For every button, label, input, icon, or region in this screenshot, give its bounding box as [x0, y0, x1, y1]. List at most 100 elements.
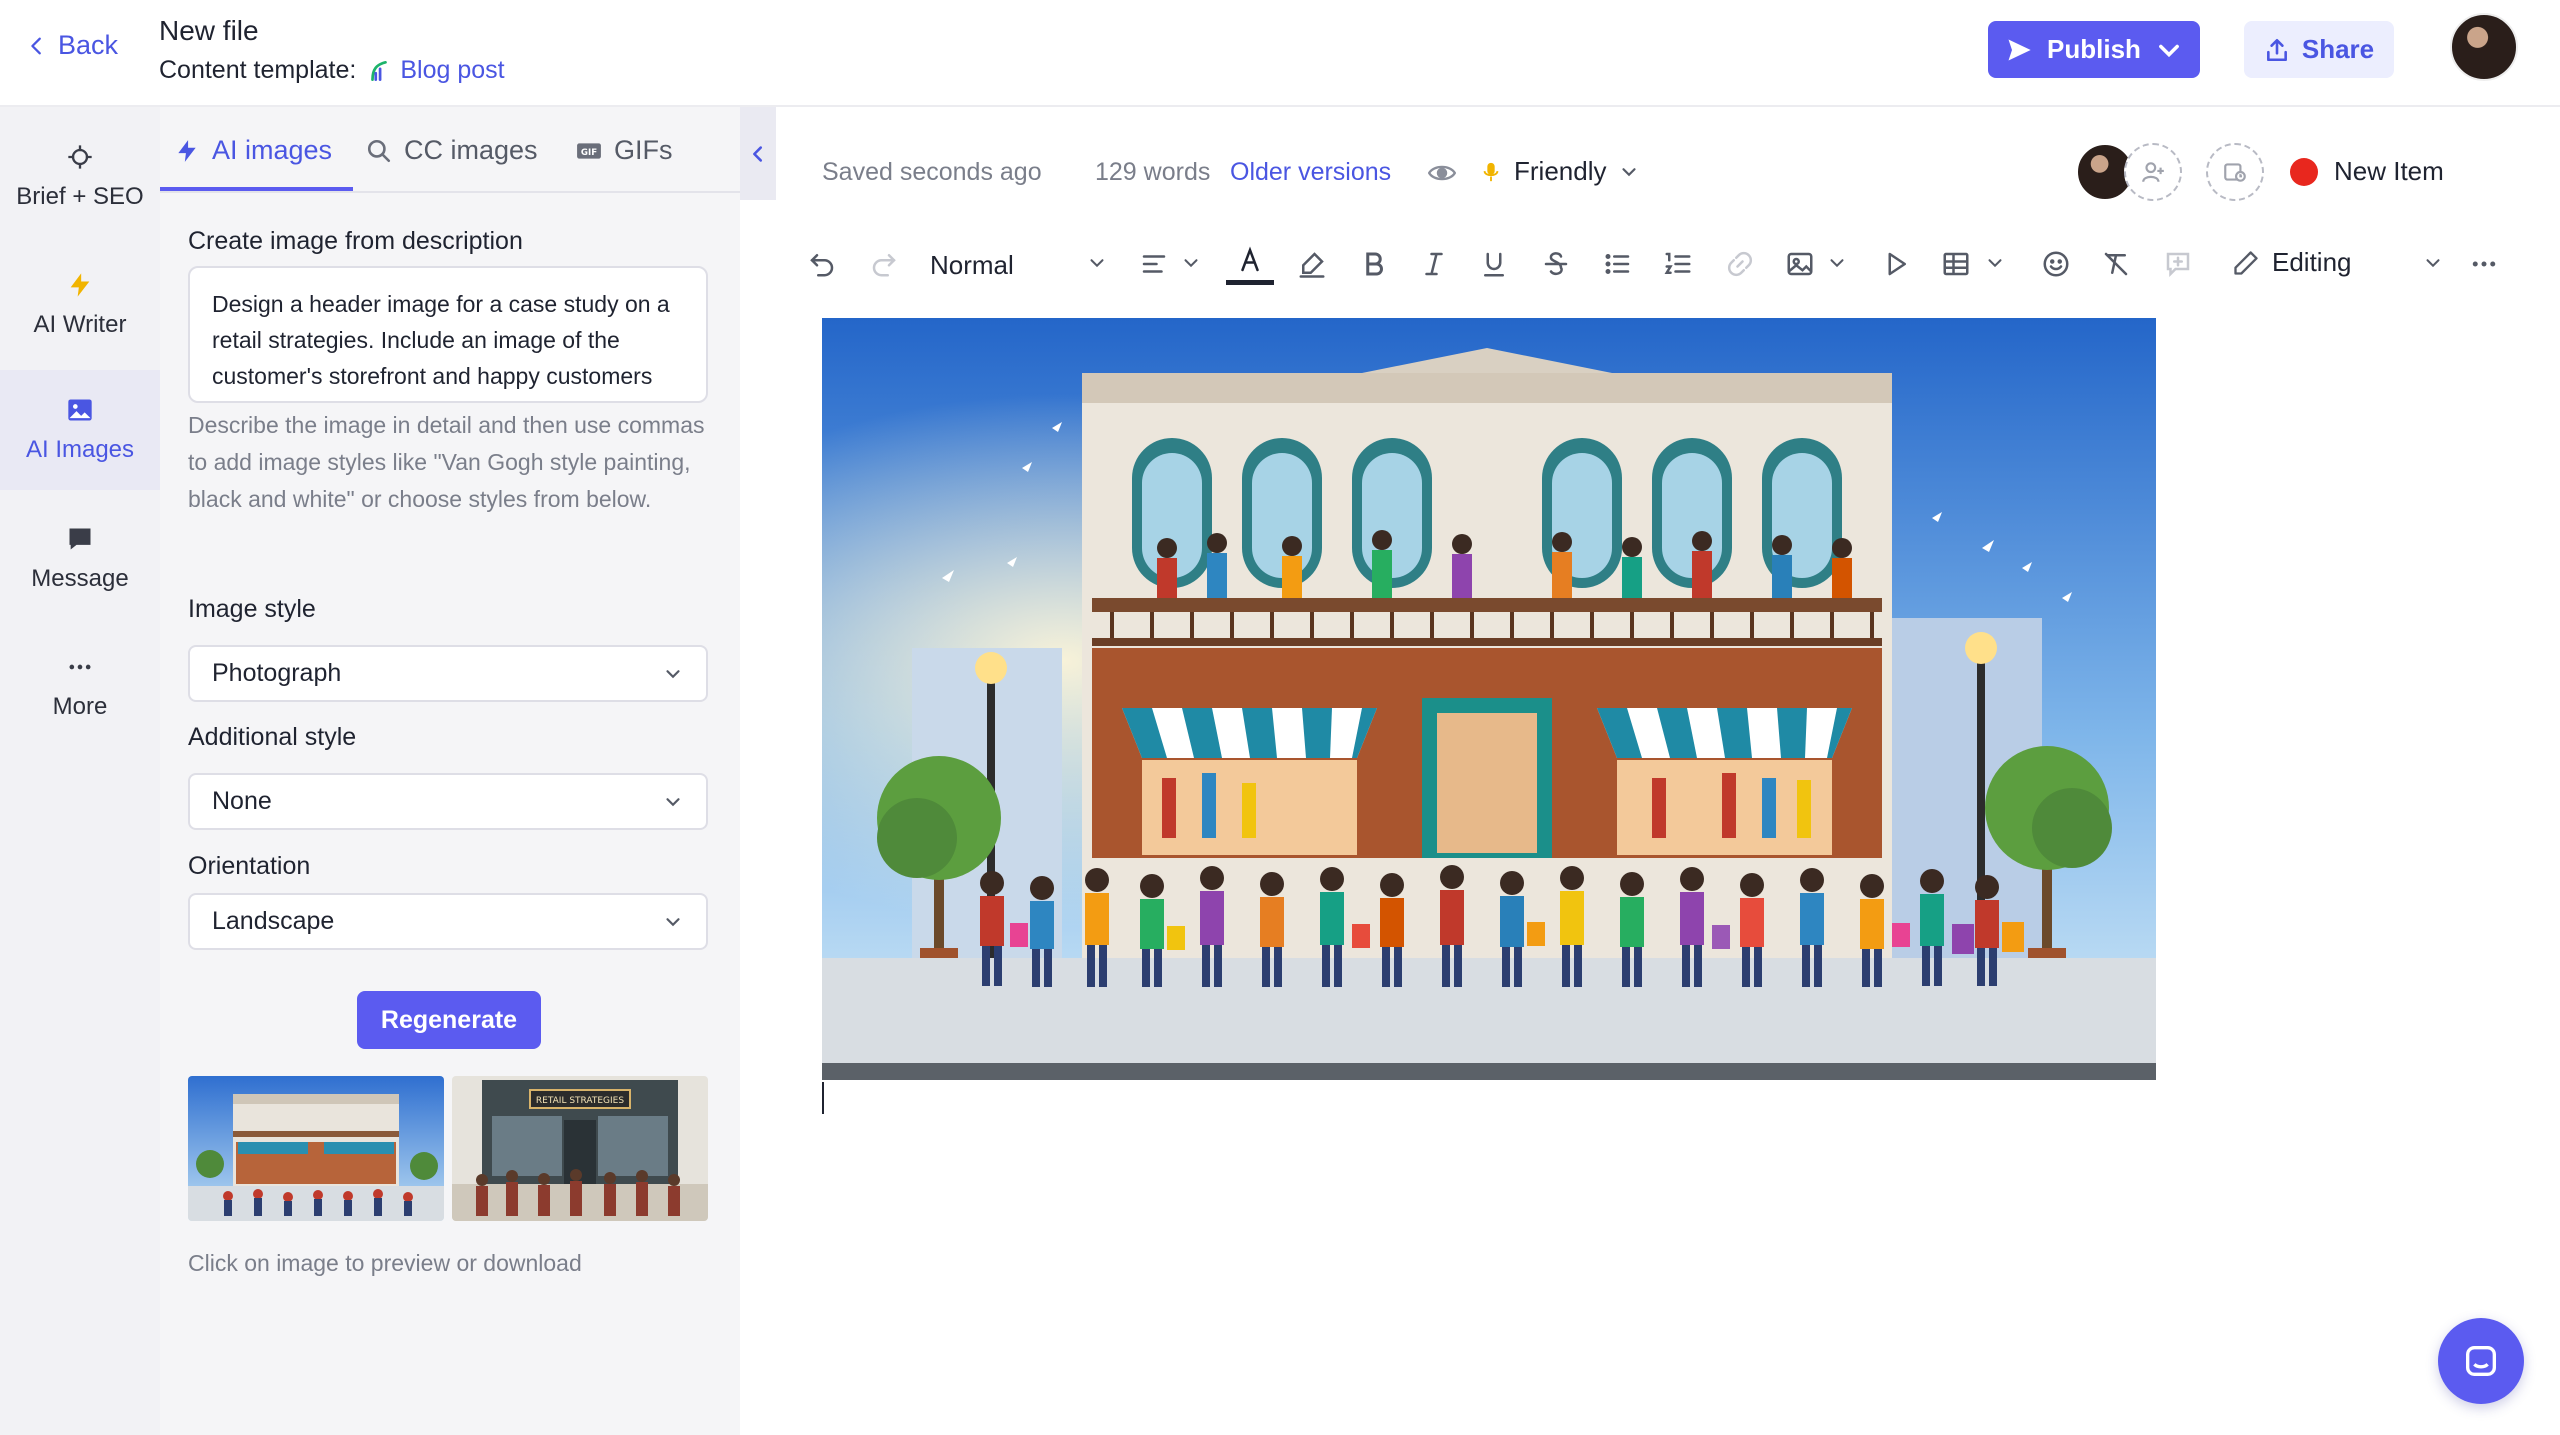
rail-item-ai-writer[interactable]: AI Writer [0, 245, 160, 365]
crosshair-icon [68, 145, 92, 169]
ellipsis-icon [69, 664, 91, 670]
chevron-down-icon [1830, 259, 1844, 268]
tone-selector[interactable]: Friendly [1480, 156, 1640, 187]
image-icon [68, 399, 92, 421]
additional-style-value: None [212, 787, 272, 815]
chevron-down-icon [1090, 259, 1104, 268]
link-button[interactable] [1724, 248, 1756, 280]
top-bar: Back New file Content template: Blog pos… [0, 0, 2560, 107]
status-dot [2290, 157, 2318, 186]
tab-cc-images[interactable]: CC images [366, 135, 538, 166]
numbered-list-button[interactable] [1662, 248, 1694, 280]
leaf-icon [371, 60, 388, 81]
generated-image-thumb-1[interactable] [188, 1076, 444, 1221]
status-new-item[interactable]: New Item [2290, 156, 2444, 187]
user-avatar[interactable] [2450, 13, 2518, 81]
generated-image-thumb-2[interactable]: RETAIL STRATEGIES [452, 1076, 708, 1221]
clear-format-button[interactable] [2100, 248, 2132, 280]
tab-ai-images[interactable]: AI images [174, 135, 332, 166]
more-options-button[interactable] [2468, 248, 2500, 280]
highlight-button[interactable] [1296, 248, 1328, 280]
image-style-select[interactable]: Photograph [188, 645, 708, 702]
back-button[interactable]: Back [26, 30, 118, 61]
send-icon [2008, 39, 2031, 60]
chevron-down-icon [2159, 44, 2179, 57]
regenerate-button[interactable]: Regenerate [357, 991, 541, 1049]
back-label: Back [58, 30, 119, 60]
play-icon [1888, 252, 1906, 276]
upload-icon [2266, 38, 2287, 61]
text-color-button[interactable] [1234, 244, 1266, 276]
search-icon [367, 139, 391, 162]
chevron-down-icon [666, 797, 680, 806]
word-count: 129 words [1095, 158, 1211, 186]
insert-image-caret[interactable] [1826, 252, 1848, 274]
numbered-list-icon [1664, 252, 1691, 274]
microphone-icon [1483, 162, 1499, 181]
additional-style-select[interactable]: None [188, 773, 708, 830]
insert-image-button[interactable] [1784, 248, 1816, 280]
publish-button[interactable]: Publish [1988, 21, 2200, 78]
older-versions-link[interactable]: Older versions [1230, 158, 1391, 187]
italic-icon [1425, 252, 1443, 276]
rail-label: More [52, 693, 108, 720]
strikethrough-button[interactable] [1540, 248, 1572, 280]
header-image[interactable] [822, 318, 2156, 1080]
lightning-icon [178, 139, 196, 162]
paragraph-style-caret[interactable] [1086, 252, 1108, 274]
support-chat-button[interactable] [2438, 1318, 2524, 1404]
image-style-label: Image style [188, 595, 316, 623]
editing-label: Editing [2272, 247, 2352, 277]
template-link[interactable]: Blog post [366, 56, 505, 85]
insert-table-caret[interactable] [1984, 252, 2006, 274]
align-caret[interactable] [1180, 252, 1202, 274]
rail-item-ai-images[interactable]: AI Images [0, 370, 160, 490]
editing-mode-select[interactable]: Editing [2232, 247, 2352, 278]
tone-label: Friendly [1514, 156, 1607, 186]
rail-label: AI Images [25, 436, 135, 463]
chevron-left-icon [753, 145, 763, 162]
rail-item-message[interactable]: Message [0, 499, 160, 619]
comment-button[interactable] [2162, 248, 2194, 280]
share-label: Share [2301, 34, 2375, 64]
insert-video-button[interactable] [1880, 248, 1912, 280]
collapse-panel-button[interactable] [740, 107, 776, 200]
rail-label: AI Writer [33, 311, 127, 338]
bold-button[interactable] [1358, 248, 1390, 280]
insert-table-button[interactable] [1940, 248, 1972, 280]
panel-tabs: AI images CC images GIF GIFs [160, 107, 740, 193]
add-collaborator-button[interactable] [2124, 143, 2182, 201]
template-prefix: Content template: [159, 56, 357, 84]
orientation-select[interactable]: Landscape [188, 893, 708, 950]
template-name: Blog post [400, 56, 505, 84]
undo-button[interactable] [806, 248, 838, 280]
tab-label: CC images [404, 135, 538, 165]
chat-bubble-icon [2466, 1346, 2496, 1376]
underline-button[interactable] [1478, 248, 1510, 280]
strikethrough-icon [1544, 252, 1568, 276]
bullet-list-button[interactable] [1602, 248, 1634, 280]
content-template: Content template: Blog post [159, 56, 505, 85]
app-root: Back New file Content template: Blog pos… [0, 0, 2560, 1435]
schedule-button[interactable] [2206, 143, 2264, 201]
editing-mode-caret[interactable] [2422, 252, 2444, 274]
paragraph-style-select[interactable]: Normal [930, 250, 1014, 281]
redo-button[interactable] [868, 248, 900, 280]
eye-icon[interactable] [1428, 159, 1456, 187]
rail-label: Message [31, 565, 129, 592]
description-textarea[interactable]: Design a header image for a case study o… [188, 266, 708, 403]
align-button[interactable] [1138, 248, 1170, 280]
italic-button[interactable] [1418, 248, 1450, 280]
underline-icon [1484, 252, 1504, 277]
rail-item-brief-seo[interactable]: Brief + SEO [0, 117, 160, 237]
document-title[interactable]: New file [159, 15, 259, 47]
emoji-button[interactable] [2040, 248, 2072, 280]
chevron-left-icon [31, 37, 41, 54]
chevron-down-icon [1988, 259, 2002, 268]
share-button[interactable]: Share [2244, 21, 2394, 78]
rail-item-more[interactable]: More [0, 627, 160, 747]
tab-gifs[interactable]: GIF GIFs [576, 135, 673, 166]
save-status: Saved seconds ago [822, 158, 1042, 186]
description-help: Describe the image in detail and then us… [188, 412, 705, 512]
text-cursor [822, 1082, 824, 1114]
